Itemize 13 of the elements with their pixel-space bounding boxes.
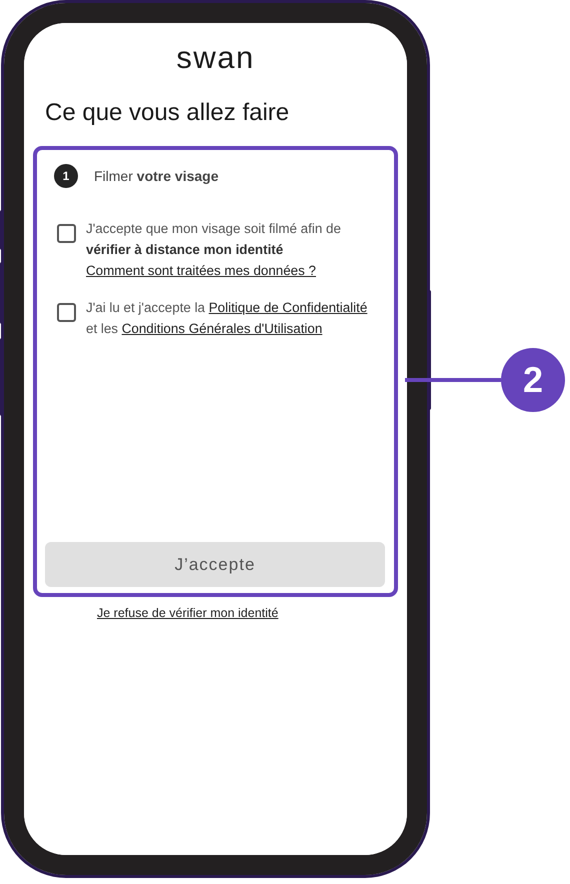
step-number: 1 bbox=[54, 164, 78, 188]
consent-text: J'ai lu et j'accepte la Politique de Confidentialité et les Conditions Générales d'Utilisation bbox=[86, 299, 368, 338]
refuse-link[interactable]: Je refuse de vérifier mon identité bbox=[97, 606, 278, 620]
link[interactable]: Politique de Confidentialité bbox=[208, 300, 368, 315]
page-title: Ce que vous allez faire bbox=[45, 98, 290, 128]
link[interactable]: Comment sont traitées mes données ? bbox=[86, 260, 316, 281]
checkbox[interactable] bbox=[57, 303, 76, 322]
logo: swan bbox=[176, 39, 255, 77]
link[interactable]: Conditions Générales d'Utilisation bbox=[122, 321, 322, 336]
step-label: Filmer votre visage bbox=[94, 168, 218, 184]
checkbox[interactable] bbox=[57, 224, 76, 243]
callout-badge: 2 bbox=[501, 348, 565, 412]
consent-text: J'accepte que mon visage soit filmé afin de vérifier à distance mon identité bbox=[86, 220, 342, 259]
